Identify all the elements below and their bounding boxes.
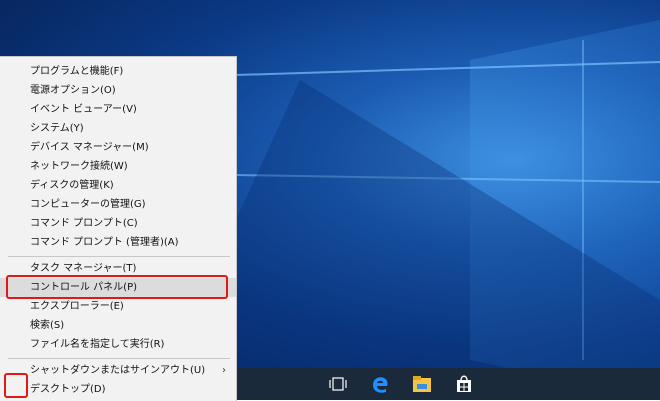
chevron-right-icon: ›	[222, 365, 226, 376]
menu-separator	[8, 256, 230, 257]
menu-separator	[8, 358, 230, 359]
file-explorer-button[interactable]	[402, 368, 442, 400]
menu-item-event-viewer[interactable]: イベント ビューアー(V)	[0, 100, 236, 119]
edge-button[interactable]	[360, 368, 400, 400]
task-view-icon	[329, 377, 347, 391]
menu-item-network-connections[interactable]: ネットワーク接続(W)	[0, 157, 236, 176]
menu-item-disk-management[interactable]: ディスクの管理(K)	[0, 176, 236, 195]
edge-icon	[373, 377, 388, 393]
menu-item-programs-and-features[interactable]: プログラムと機能(F)	[0, 62, 236, 81]
file-explorer-icon	[413, 376, 431, 392]
menu-item-desktop[interactable]: デスクトップ(D)	[0, 380, 236, 399]
menu-item-computer-management[interactable]: コンピューターの管理(G)	[0, 195, 236, 214]
winx-quick-link-menu: プログラムと機能(F) 電源オプション(O) イベント ビューアー(V) システ…	[0, 56, 237, 401]
menu-item-file-explorer[interactable]: エクスプローラー(E)	[0, 297, 236, 316]
menu-item-search[interactable]: 検索(S)	[0, 316, 236, 335]
menu-item-command-prompt-admin[interactable]: コマンド プロンプト (管理者)(A)	[0, 233, 236, 252]
annotation-highlight-control-panel	[6, 275, 228, 299]
annotation-highlight-start-button	[4, 373, 28, 398]
menu-item-power-options[interactable]: 電源オプション(O)	[0, 81, 236, 100]
menu-item-device-manager[interactable]: デバイス マネージャー(M)	[0, 138, 236, 157]
menu-item-command-prompt[interactable]: コマンド プロンプト(C)	[0, 214, 236, 233]
store-icon	[457, 375, 471, 392]
store-button[interactable]	[444, 368, 484, 400]
menu-item-shutdown-signout[interactable]: シャットダウンまたはサインアウト(U) ›	[0, 361, 236, 380]
task-view-button[interactable]	[318, 368, 358, 400]
menu-item-system[interactable]: システム(Y)	[0, 119, 236, 138]
menu-item-run[interactable]: ファイル名を指定して実行(R)	[0, 335, 236, 354]
